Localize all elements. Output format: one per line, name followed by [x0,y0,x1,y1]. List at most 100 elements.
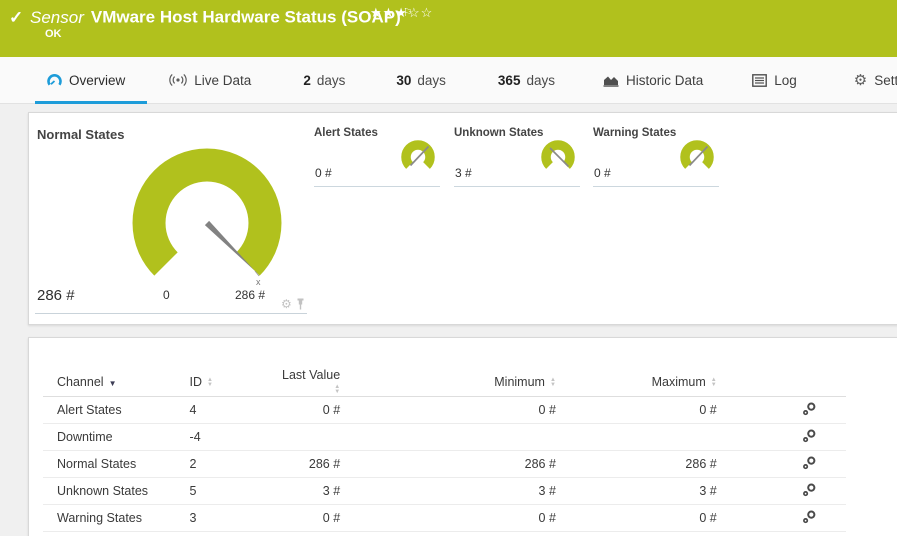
alert-states-gauge [401,140,435,169]
tab-overview[interactable]: Overview [34,57,148,104]
column-header-id[interactable]: ID ▲ ▼ [189,368,280,397]
tab-label: days [417,72,446,88]
channel-last-value [279,423,341,451]
tab-365-days[interactable]: 365 days [498,57,555,103]
channel-last-value: 0 # [279,396,341,424]
tab-label: days [526,72,555,88]
channel-last-value: 286 # [279,450,341,478]
page-title: VMware Host Hardware Status (SOAP) [90,7,401,27]
table-row[interactable]: Unknown States 5 3 # 3 # 3 # [43,477,846,505]
tab-2-days[interactable]: 2 days [303,57,345,103]
channel-settings-icon[interactable] [803,483,816,500]
gear-icon[interactable]: ⚙ [281,297,292,311]
column-header-tools [716,368,846,397]
channel-id: 4 [189,396,280,424]
column-header-last-value[interactable]: Last Value ▲ ▼ [279,368,341,397]
object-type-label: Sensor [30,7,84,27]
channel-minimum: 0 # [340,396,556,424]
channels-table: Channel ▼ ID ▲ ▼ Last Value ▲ ▼ Minimum ▲ ▼ Max… [43,368,846,532]
gauge-title: Warning States [593,127,677,139]
table-row[interactable]: Downtime -4 [43,423,846,451]
channel-name[interactable]: Unknown States [43,477,190,505]
column-header-maximum[interactable]: Maximum ▲ ▼ [555,368,717,397]
tab-number: 2 [303,72,311,88]
channel-settings-icon[interactable] [803,429,816,446]
channel-id: 5 [189,477,280,505]
tab-label: Historic Data [625,72,704,88]
column-header-minimum[interactable]: Minimum ▲ ▼ [340,368,556,397]
unknown-states-gauge [541,140,575,169]
tab-label: Settings [874,72,897,88]
channel-maximum: 286 # [555,450,717,478]
channel-name[interactable]: Alert States [43,396,190,424]
sort-icon: ▲ ▼ [334,383,341,395]
status-badge: OK [45,28,62,40]
column-header-channel[interactable]: Channel ▼ [43,368,190,397]
gear-icon: ⚙ [853,72,868,89]
broadcast-icon [169,73,188,87]
tab-live-data[interactable]: Live Data [169,57,251,103]
check-icon: ✓ [9,8,24,27]
table-header-row: Channel ▼ ID ▲ ▼ Last Value ▲ ▼ Minimum ▲ ▼ Max… [43,368,846,397]
gauge-value: 286 # [37,287,75,304]
gauge-title: Normal States [37,127,125,142]
sort-desc-icon: ▼ [108,379,117,388]
gauge-min-label: 0 [163,288,170,302]
channel-settings-icon[interactable] [803,402,816,419]
channel-minimum: 286 # [340,450,556,478]
table-row[interactable]: Alert States 4 0 # 0 # 0 # [43,396,846,424]
channel-minimum: 3 # [340,477,556,505]
tab-label: days [316,72,346,88]
channel-id: 2 [189,450,280,478]
channel-settings-icon[interactable] [803,456,816,473]
needle-tip-mark: x [256,277,261,287]
channels-panel: Channel ▼ ID ▲ ▼ Last Value ▲ ▼ Minimum ▲ ▼ Max… [28,337,897,536]
area-chart-icon [603,74,619,87]
table-row[interactable]: Warning States 3 0 # 0 # 0 # [43,504,846,532]
sort-icon: ▲ ▼ [710,376,717,388]
channel-minimum [340,423,556,451]
tab-log[interactable]: Log [752,57,797,103]
channel-id: -4 [189,423,280,451]
channel-name[interactable]: Downtime [43,423,190,451]
gauge-max-label: 286 # [235,288,266,302]
channel-id: 3 [189,504,280,532]
channel-maximum: 3 # [555,477,717,505]
log-icon [752,73,768,87]
channel-maximum: 0 # [555,504,717,532]
tab-settings[interactable]: ⚙ Settings [854,57,897,103]
channel-maximum: 0 # [555,396,717,424]
gauges-panel: Normal States x 0 286 # 286 # ⚙ Alert St… [28,112,897,325]
priority-stars[interactable]: ★★★☆☆ [370,5,433,21]
channel-name[interactable]: Normal States [43,450,190,478]
stars-empty: ☆☆ [407,5,434,20]
mini-gauge-alert-states: Alert States 0 # [314,125,440,187]
channel-minimum: 0 # [340,504,556,532]
tab-label: Live Data [194,72,252,88]
gauge-icon [47,73,62,88]
sensor-title-line: Sensor VMware Host Hardware Status (SOAP)… [30,6,413,28]
tab-historic-data[interactable]: Historic Data [603,57,703,103]
warning-states-gauge [680,140,714,169]
channel-settings-icon[interactable] [803,510,816,527]
table-row[interactable]: Normal States 2 286 # 286 # 286 # [43,450,846,478]
tab-number: 30 [396,72,412,88]
sort-icon: ▲ ▼ [549,376,556,388]
tab-label: Log [774,72,797,88]
channel-name[interactable]: Warning States [43,504,190,532]
sensor-overview-page: ✓ Sensor VMware Host Hardware Status (SOA… [0,0,897,536]
stars-filled: ★★★ [370,5,408,20]
gauge-value: 3 # [455,166,472,180]
gauge-title: Alert States [314,127,378,139]
tab-number: 365 [497,72,521,88]
tab-bar: Overview Live Data 2 days 30 days 365 da… [0,57,897,104]
tab-30-days[interactable]: 30 days [396,57,446,103]
mini-gauge-unknown-states: Unknown States 3 # [454,125,580,187]
pin-icon[interactable] [296,298,305,310]
channel-last-value: 3 # [279,477,341,505]
gauge-title: Unknown States [454,127,544,139]
normal-states-gauge: x [132,148,282,287]
tab-label: Overview [69,72,126,88]
sort-icon: ▲ ▼ [207,376,213,388]
channel-maximum [555,423,717,451]
